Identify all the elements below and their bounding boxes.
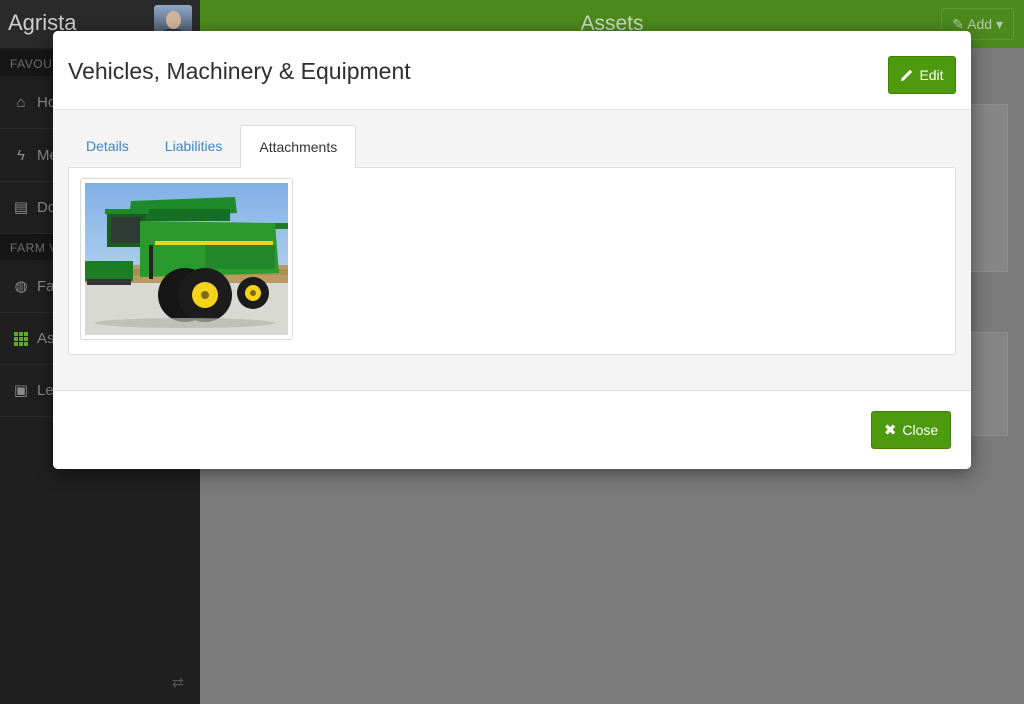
edit-label: Edit xyxy=(919,67,944,83)
close-button[interactable]: ✖ Close xyxy=(871,411,951,449)
grid-icon xyxy=(12,330,30,348)
add-label: Add xyxy=(967,16,993,32)
tab-bar: Details Liabilities Attachments xyxy=(68,125,357,168)
contact-icon: ▣ xyxy=(13,382,29,399)
modal-title: Vehicles, Machinery & Equipment xyxy=(68,58,411,84)
close-label: Close xyxy=(902,422,939,438)
modal-footer: ✖ Close xyxy=(53,391,971,469)
sidebar-item-label: As xyxy=(37,330,55,347)
documents-icon: ▤ xyxy=(13,199,29,216)
modal-body: Details Liabilities Attachments xyxy=(53,110,971,391)
attachment-thumbnail[interactable] xyxy=(80,178,293,340)
home-icon: ⌂ xyxy=(16,94,26,111)
tab-liabilities[interactable]: Liabilities xyxy=(147,125,241,168)
attachments-panel xyxy=(68,167,956,355)
combine-harvester-image xyxy=(85,183,288,335)
tab-attachments[interactable]: Attachments xyxy=(240,125,357,168)
tab-details[interactable]: Details xyxy=(68,125,147,168)
asset-modal: Vehicles, Machinery & Equipment Edit Det… xyxy=(53,31,971,469)
globe-icon: ◍ xyxy=(14,278,28,295)
modal-header: Vehicles, Machinery & Equipment Edit xyxy=(53,31,971,110)
swap-icon[interactable]: ⇄ xyxy=(172,674,184,691)
pencil-icon xyxy=(901,69,913,81)
sidebar-item-label: Fa xyxy=(37,278,55,295)
close-icon: ✖ xyxy=(883,422,897,439)
sidebar-item-label: Le xyxy=(37,382,54,399)
edit-button[interactable]: Edit xyxy=(888,56,956,94)
bolt-icon: ϟ xyxy=(17,147,25,164)
